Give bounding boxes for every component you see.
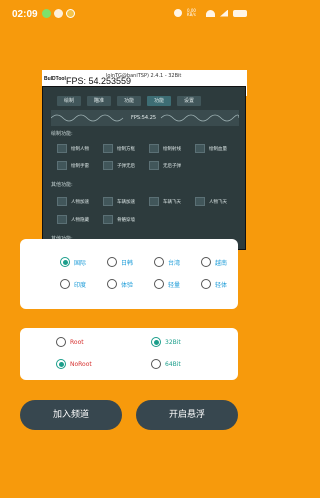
signal-icon bbox=[220, 9, 228, 17]
radio-32bit[interactable]: 32Bit bbox=[151, 337, 181, 347]
section-title: 其他功能: bbox=[51, 182, 73, 188]
checkbox[interactable] bbox=[57, 215, 67, 224]
radio-64bit[interactable]: 64Bit bbox=[151, 359, 181, 369]
option-no-recoil[interactable]: 子弹无后 bbox=[103, 161, 135, 170]
checkbox[interactable] bbox=[195, 197, 205, 206]
checkbox[interactable] bbox=[103, 161, 113, 170]
radio-region-lite[interactable]: 轻量 bbox=[154, 279, 180, 289]
checkbox[interactable] bbox=[57, 161, 67, 170]
status-icons: 0.00 KB/s bbox=[174, 9, 247, 17]
checkbox[interactable] bbox=[57, 144, 67, 153]
radio-circle[interactable] bbox=[56, 359, 66, 369]
option-vehicle-fly[interactable]: 车辆飞天 bbox=[149, 197, 181, 206]
tab-draw[interactable]: 绘制 bbox=[57, 96, 81, 106]
radio-circle[interactable] bbox=[154, 279, 164, 289]
radio-region-jk[interactable]: 日韩 bbox=[107, 257, 133, 267]
app-notification-icon bbox=[66, 9, 75, 18]
radio-region-tw[interactable]: 台湾 bbox=[154, 257, 180, 267]
radio-circle[interactable] bbox=[151, 337, 161, 347]
root-card: Root 32Bit NoRoot 64Bit bbox=[20, 328, 238, 380]
checkbox[interactable] bbox=[149, 144, 159, 153]
option-player-hide[interactable]: 人物隐藏 bbox=[57, 215, 89, 224]
menu-panel: 绘制 瞄准 功能 功能 设置 FPS:54.25 绘制功能: 绘制人物 绘制方框… bbox=[42, 86, 246, 250]
tab-function[interactable]: 功能 bbox=[117, 96, 141, 106]
option-player-speed[interactable]: 人物加速 bbox=[57, 197, 89, 206]
app-notification-icon bbox=[42, 9, 51, 18]
option-draw-grenade[interactable]: 绘制手雷 bbox=[57, 161, 89, 170]
radio-region-vn[interactable]: 越南 bbox=[201, 257, 227, 267]
radio-circle[interactable] bbox=[60, 257, 70, 267]
radio-circle[interactable] bbox=[107, 279, 117, 289]
status-bar: 02:09 0.00 KB/s bbox=[0, 0, 255, 30]
join-channel-button[interactable]: 加入频道 bbox=[20, 400, 122, 430]
battery-icon bbox=[233, 9, 247, 17]
option-player-fly[interactable]: 人物飞天 bbox=[195, 197, 227, 206]
radio-region-light[interactable]: 轻体 bbox=[201, 279, 227, 289]
checkbox[interactable] bbox=[57, 197, 67, 206]
radio-circle[interactable] bbox=[151, 359, 161, 369]
radio-noroot[interactable]: NoRoot bbox=[56, 359, 92, 369]
section-title: 绘制功能: bbox=[51, 131, 73, 137]
radio-circle[interactable] bbox=[56, 337, 66, 347]
wifi-icon bbox=[206, 9, 215, 17]
checkbox[interactable] bbox=[103, 215, 113, 224]
radio-root[interactable]: Root bbox=[56, 337, 84, 347]
checkbox[interactable] bbox=[103, 144, 113, 153]
overlay-logo: BulDTool bbox=[44, 76, 66, 82]
tab-settings[interactable]: 设置 bbox=[177, 96, 201, 106]
tab-aim[interactable]: 瞄准 bbox=[87, 96, 111, 106]
option-no-recoil-bullet[interactable]: 无后子弹 bbox=[149, 161, 181, 170]
open-float-button[interactable]: 开启悬浮 bbox=[136, 400, 238, 430]
radio-region-trial[interactable]: 体验 bbox=[107, 279, 133, 289]
region-card: 国际 日韩 台湾 越南 印度 体验 轻量 轻体 bbox=[20, 239, 238, 309]
radio-circle[interactable] bbox=[201, 279, 211, 289]
checkbox[interactable] bbox=[195, 144, 205, 153]
checkbox[interactable] bbox=[149, 161, 159, 170]
app-notification-icon bbox=[54, 9, 63, 18]
option-draw-health[interactable]: 绘制血量 bbox=[195, 144, 227, 153]
fps-graph-value: FPS:54.25 bbox=[131, 115, 157, 121]
menu-tabs: 绘制 瞄准 功能 功能 设置 bbox=[57, 96, 201, 106]
fps-graph: FPS:54.25 bbox=[51, 110, 239, 126]
option-draw-box[interactable]: 绘制方框 bbox=[103, 144, 135, 153]
radio-region-global[interactable]: 国际 bbox=[60, 257, 86, 267]
radio-circle[interactable] bbox=[107, 257, 117, 267]
tab-function-active[interactable]: 功能 bbox=[147, 96, 171, 106]
checkbox[interactable] bbox=[149, 197, 159, 206]
option-vehicle-speed[interactable]: 车辆加速 bbox=[103, 197, 135, 206]
radio-circle[interactable] bbox=[201, 257, 211, 267]
radio-region-in[interactable]: 印度 bbox=[60, 279, 86, 289]
option-wall-hack[interactable]: 骨骼穿墙 bbox=[103, 215, 135, 224]
radio-circle[interactable] bbox=[154, 257, 164, 267]
alarm-icon bbox=[174, 9, 182, 17]
fps-readout: FPS: 54.253559 bbox=[66, 76, 132, 86]
network-speed: 0.00 KB/s bbox=[187, 8, 196, 17]
option-draw-player[interactable]: 绘制人物 bbox=[57, 144, 89, 153]
radio-circle[interactable] bbox=[60, 279, 70, 289]
clock: 02:09 bbox=[12, 9, 38, 20]
checkbox[interactable] bbox=[103, 197, 113, 206]
option-draw-line[interactable]: 绘制射线 bbox=[149, 144, 181, 153]
